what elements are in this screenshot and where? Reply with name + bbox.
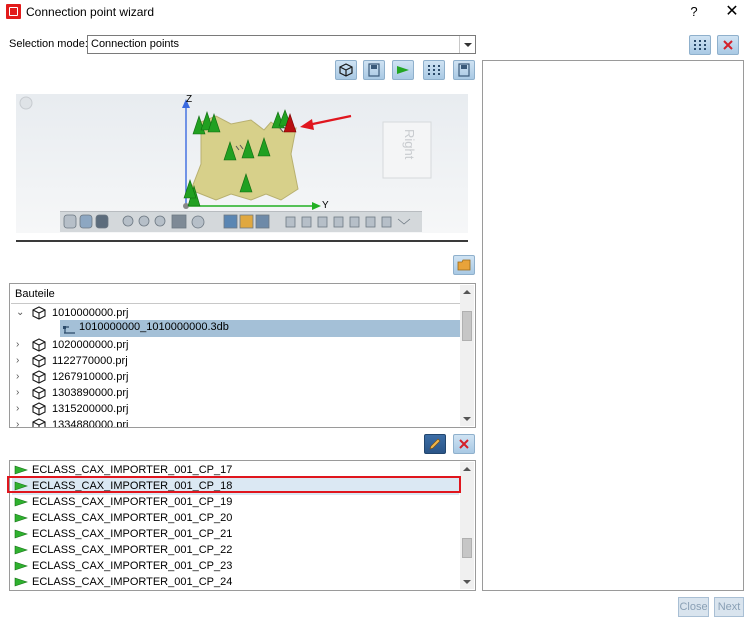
tree-item-label: 1020000000.prj (52, 339, 129, 351)
scroll-thumb[interactable] (462, 311, 472, 341)
scroll-thumb[interactable] (462, 538, 472, 558)
close-icon (723, 40, 733, 50)
green-arrow-icon (397, 66, 409, 74)
cube-icon (339, 63, 353, 77)
save-icon (458, 63, 470, 77)
chevron-right-icon[interactable]: › (16, 369, 19, 385)
cube-icon (32, 338, 46, 352)
view-toolbar (60, 211, 422, 232)
chevron-right-icon[interactable]: › (16, 417, 19, 427)
cube-icon (32, 354, 46, 368)
grid-button[interactable] (423, 60, 445, 80)
connection-point-icon (14, 577, 28, 587)
chevron-right-icon[interactable]: › (16, 353, 19, 369)
chevron-right-icon[interactable]: › (16, 385, 19, 401)
chevron-right-icon[interactable]: › (16, 401, 19, 417)
connection-point-icon (14, 497, 28, 507)
folder-icon (457, 259, 471, 271)
list-item-label: ECLASS_CAX_IMPORTER_001_CP_21 (32, 528, 233, 540)
tree-child-item-selected[interactable]: 1010000000_1010000000.3db (60, 320, 467, 337)
connection-point-icon (14, 561, 28, 571)
3d-view-button[interactable] (335, 60, 357, 80)
save-icon (368, 63, 380, 77)
close-button[interactable]: Close (678, 597, 709, 617)
cube-icon (32, 370, 46, 384)
pencil-icon (429, 438, 441, 450)
connection-point-icon (14, 529, 28, 539)
open-folder-button[interactable] (453, 255, 475, 275)
viewer-divider (16, 240, 468, 242)
grid-view-button[interactable] (689, 35, 711, 55)
next-button[interactable]: Next (714, 597, 744, 617)
connection-point-icon (14, 513, 28, 523)
axis-z-label: Z (186, 94, 193, 105)
tree-child-label: 1010000000_1010000000.3db (79, 321, 229, 333)
selection-mode-dropdown[interactable]: Connection points (87, 35, 476, 54)
list-item-label: ECLASS_CAX_IMPORTER_001_CP_24 (32, 576, 233, 588)
scroll-up-icon[interactable] (460, 462, 474, 476)
connection-point-icon (14, 465, 28, 475)
add-connection-point-button[interactable] (392, 60, 414, 80)
cube-icon (32, 402, 46, 416)
selection-mode-label: Selection mode: (9, 38, 88, 50)
grid-icon (428, 65, 440, 75)
cube-icon (32, 418, 46, 427)
scroll-up-icon[interactable] (460, 285, 474, 299)
parts-tree[interactable]: Bauteile ⌄ 1010000000.prj 1010000000_101… (9, 283, 476, 428)
app-icon (6, 4, 21, 19)
save-button[interactable] (453, 60, 475, 80)
tree-item-label: 1267910000.prj (52, 371, 129, 383)
list-item-label: ECLASS_CAX_IMPORTER_001_CP_20 (32, 512, 233, 524)
delete-connection-point-button[interactable] (453, 434, 475, 454)
tree-header-label: Bauteile (15, 288, 55, 300)
tree-item-label: 1334880000.prj (52, 419, 129, 428)
close-window-button[interactable]: ✕ (722, 2, 742, 22)
tree-item-label: 1303890000.prj (52, 387, 129, 399)
help-button[interactable]: ? (684, 2, 704, 22)
window-title: Connection point wizard (26, 5, 155, 19)
list-item-label: ECLASS_CAX_IMPORTER_001_CP_23 (32, 560, 233, 572)
view-toolbar-icons (63, 214, 411, 229)
connection-point-icon (14, 545, 28, 555)
properties-panel[interactable] (482, 60, 744, 591)
tree-scrollbar[interactable] (460, 285, 474, 426)
tree-item-label: 1315200000.prj (52, 403, 129, 415)
selection-highlight-box (7, 476, 461, 493)
grid-icon (694, 40, 706, 50)
title-bar: Connection point wizard ? ✕ (0, 0, 750, 24)
cube-icon (32, 306, 46, 320)
chevron-right-icon[interactable]: › (16, 337, 19, 353)
chevron-down-icon[interactable]: ⌄ (16, 305, 24, 321)
chevron-down-icon[interactable] (459, 36, 475, 53)
list-item-label: ECLASS_CAX_IMPORTER_001_CP_19 (32, 496, 233, 508)
close-icon (459, 439, 469, 449)
tree-header[interactable]: Bauteile (11, 285, 460, 304)
scroll-down-icon[interactable] (460, 412, 474, 426)
list-scrollbar[interactable] (460, 462, 474, 589)
scroll-down-icon[interactable] (460, 575, 474, 589)
view-cube[interactable]: Right (397, 129, 417, 171)
axis-y-label: Y (322, 200, 329, 211)
3d-viewer[interactable]: Z Y Right (16, 94, 468, 233)
list-item-label: ECLASS_CAX_IMPORTER_001_CP_22 (32, 544, 233, 556)
selection-mode-value: Connection points (91, 38, 180, 50)
tree-item-label: 1122770000.prj (52, 355, 128, 367)
part-file-icon (63, 326, 75, 334)
edit-button[interactable] (424, 434, 446, 454)
tree-item-label: 1010000000.prj (52, 307, 129, 319)
delete-button[interactable] (717, 35, 739, 55)
save-view-button[interactable] (363, 60, 385, 80)
cube-icon (32, 386, 46, 400)
